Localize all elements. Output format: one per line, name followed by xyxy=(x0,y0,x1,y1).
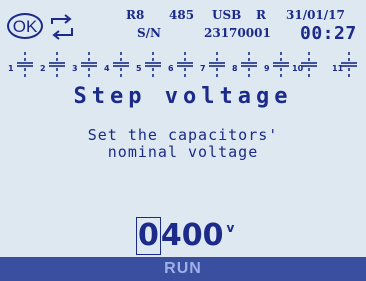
capacitor-step-number: 1 xyxy=(8,64,14,73)
cycle-arrows-icon xyxy=(51,14,73,40)
description-line-1: Set the capacitors' xyxy=(87,126,279,144)
capacitor-icon xyxy=(177,52,193,77)
capacitor-step-11: 11 xyxy=(332,50,366,82)
ok-icon[interactable]: OK xyxy=(7,13,43,39)
capacitor-step-3: 3 xyxy=(72,50,106,82)
capacitor-step-number: 7 xyxy=(200,64,206,73)
capacitor-step-number: 5 xyxy=(136,64,142,73)
page-title: Step voltage xyxy=(73,84,293,109)
capacitor-icon xyxy=(17,52,33,77)
capacitor-step-8: 8 xyxy=(232,50,266,82)
capacitor-step-1: 1 xyxy=(8,50,42,82)
capacitor-step-10: 10 xyxy=(292,50,326,82)
serial-label: S/N xyxy=(137,26,162,40)
capacitor-step-number: 9 xyxy=(264,64,270,73)
status-date: 31/01/17 xyxy=(286,8,345,22)
capacitor-icon xyxy=(241,52,257,77)
status-mode: R xyxy=(256,8,266,22)
status-protocol: 485 xyxy=(169,8,195,22)
ok-label: OK xyxy=(12,16,38,36)
capacitor-step-7: 7 xyxy=(200,50,234,82)
capacitor-icon xyxy=(145,52,161,77)
capacitor-step-number: 8 xyxy=(232,64,238,73)
status-relay: R8 xyxy=(126,8,145,22)
status-port: USB xyxy=(212,8,242,22)
value-digits: 400 xyxy=(160,218,224,253)
run-status-bar: RUN xyxy=(0,257,366,281)
run-label: RUN xyxy=(164,260,202,277)
capacitor-step-5: 5 xyxy=(136,50,170,82)
capacitor-icon xyxy=(273,52,289,77)
capacitor-step-number: 4 xyxy=(104,64,110,73)
capacitor-icon xyxy=(49,52,65,77)
voltage-value-field[interactable]: 0 400 v xyxy=(136,211,234,255)
capacitor-step-4: 4 xyxy=(104,50,138,82)
value-cursor-digit[interactable]: 0 xyxy=(136,217,161,255)
capacitor-step-number: 3 xyxy=(72,64,78,73)
capacitor-steps-row: 1 2 3 4 5 6 7 8 9 10 11 xyxy=(0,50,366,82)
capacitor-step-number: 2 xyxy=(40,64,46,73)
capacitor-icon xyxy=(209,52,225,77)
status-time: 00:27 xyxy=(300,23,357,44)
value-unit: v xyxy=(226,221,235,235)
capacitor-step-number: 6 xyxy=(168,64,174,73)
capacitor-icon xyxy=(81,52,97,77)
capacitor-step-2: 2 xyxy=(40,50,74,82)
description-line-2: nominal voltage xyxy=(107,143,259,161)
capacitor-step-6: 6 xyxy=(168,50,202,82)
device-screen: OK R8 485 USB R 31/01/17 S/N 23170001 00… xyxy=(0,0,366,281)
capacitor-icon xyxy=(341,52,357,77)
capacitor-icon xyxy=(113,52,129,77)
capacitor-icon xyxy=(301,52,317,77)
serial-number: 23170001 xyxy=(204,26,271,40)
